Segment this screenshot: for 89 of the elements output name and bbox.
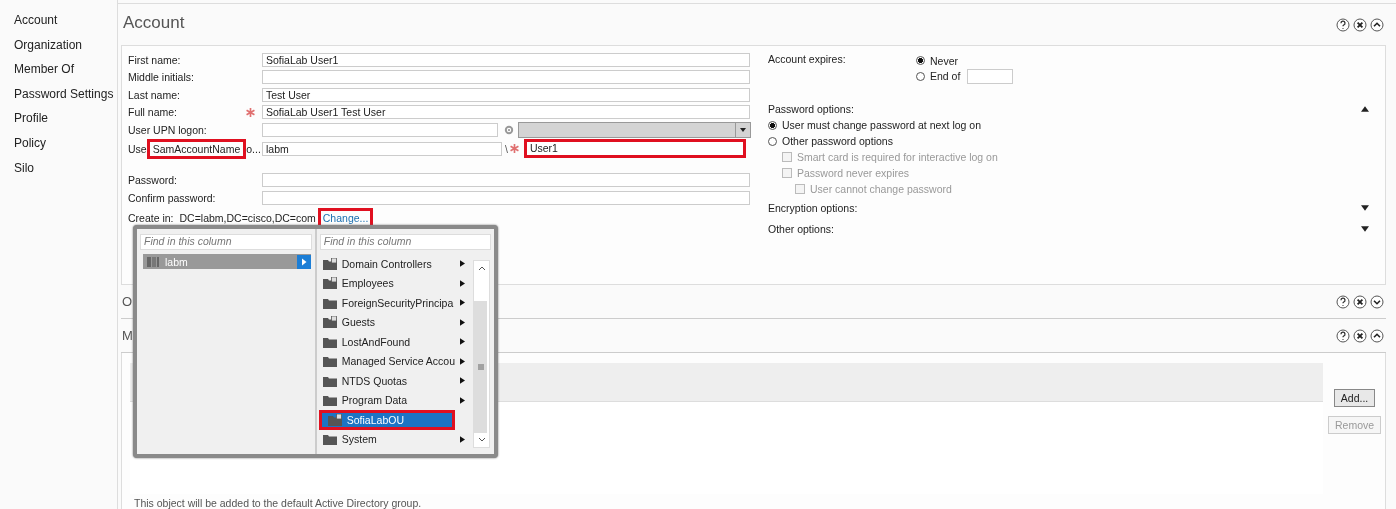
container-item[interactable]: System — [316, 429, 473, 449]
group-label: Encryption options: — [768, 201, 858, 214]
domain-field[interactable]: labm — [262, 141, 502, 156]
username-field[interactable]: User1 — [523, 139, 746, 158]
field-label: Last name: — [128, 88, 180, 101]
group-label: Password options: — [768, 103, 854, 115]
container-item[interactable]: NTDS Quotas — [316, 371, 473, 391]
section-title: Account — [122, 13, 185, 33]
group-label: Other options: — [768, 222, 834, 235]
radio-button[interactable] — [916, 56, 925, 66]
folder-icon — [322, 433, 337, 446]
radio-button[interactable] — [768, 120, 777, 130]
grip-icon — [477, 364, 484, 370]
sidebar-item[interactable]: Organization — [0, 32, 117, 58]
container-item[interactable]: Guests — [316, 312, 473, 332]
container-item[interactable]: Managed Service Accou — [316, 351, 473, 371]
field-label: Full name: — [128, 106, 178, 119]
sidebar-item[interactable]: Account — [0, 8, 117, 33]
search-field[interactable]: Find in this column — [319, 234, 491, 250]
sidebar-item[interactable]: Profile — [0, 106, 117, 131]
folder-icon — [322, 316, 337, 329]
search-field[interactable]: Find in this column — [140, 234, 312, 250]
field-label: SamAccountName — [146, 138, 247, 159]
section-title: O — [121, 294, 133, 309]
folder-icon — [322, 355, 337, 368]
folder-icon — [322, 335, 337, 348]
note-text: This object will be added to the default Active Directory group. — [133, 496, 423, 509]
container-path: DC=labm,DC=cisco,DC=com — [179, 212, 316, 225]
container-item[interactable]: ForeignSecurityPrincipa — [316, 293, 473, 313]
expand-icon[interactable] — [1361, 225, 1369, 232]
radio-button[interactable] — [916, 71, 925, 81]
close-icon[interactable] — [1353, 294, 1367, 309]
expand-icon[interactable] — [1370, 294, 1384, 309]
radio-label: Never — [930, 54, 958, 67]
field-label: First name: — [128, 53, 181, 66]
help-icon[interactable] — [1336, 294, 1350, 309]
text-field[interactable]: SofiaLab User1 — [262, 52, 750, 67]
field-label: User UPN logon: — [128, 123, 207, 136]
field-label: o... — [246, 142, 261, 155]
sidebar-item[interactable]: Password Settings — [0, 81, 117, 107]
expand-icon[interactable] — [1361, 204, 1369, 211]
separator-text: \ — [505, 142, 508, 155]
folder-icon — [322, 296, 337, 309]
folder-icon — [322, 277, 337, 290]
password-field[interactable] — [262, 190, 750, 205]
help-icon[interactable] — [1336, 17, 1350, 32]
text-field[interactable]: Test User — [262, 87, 750, 102]
radio-button[interactable] — [768, 136, 777, 146]
checkbox-label: Smart card is required for interactive log on — [797, 151, 998, 163]
upn-field[interactable] — [262, 122, 498, 137]
text-field[interactable]: SofiaLab User1 Test User — [262, 105, 750, 120]
container-item[interactable]: Program Data — [316, 390, 473, 410]
container-item[interactable]: LostAndFound — [316, 332, 473, 352]
add-button[interactable]: Add... — [1333, 389, 1376, 407]
field-label: Password: — [128, 174, 178, 187]
field-label: Confirm password: — [128, 191, 216, 204]
folder-icon — [322, 257, 337, 270]
date-field[interactable] — [967, 68, 1014, 84]
collapse-icon[interactable] — [1361, 106, 1369, 112]
scrollbar[interactable] — [473, 260, 490, 448]
close-icon[interactable] — [1353, 17, 1367, 32]
field-label: Use — [128, 142, 147, 155]
container-item[interactable]: SofiaLabOU — [318, 410, 455, 430]
container-item[interactable]: Employees — [316, 273, 473, 293]
container-item[interactable]: Domain Controllers — [316, 254, 473, 274]
collapse-icon[interactable] — [1370, 328, 1384, 343]
checkbox-label: User cannot change password — [810, 183, 952, 195]
text-field[interactable] — [262, 70, 750, 85]
password-field[interactable] — [262, 173, 750, 188]
radio-label: End of — [930, 70, 961, 83]
checkbox-label: Password never expires — [797, 167, 910, 179]
field-label: Account expires: — [768, 53, 847, 67]
server-icon — [146, 255, 160, 268]
radio-label: User must change password at next log on — [782, 119, 982, 131]
collapse-icon[interactable] — [1370, 17, 1384, 32]
field-label: Middle initials: — [128, 71, 194, 84]
radio-label: Other password options — [782, 135, 893, 147]
folder-icon — [322, 394, 337, 407]
domain-dropdown[interactable] — [518, 121, 751, 138]
folder-icon — [327, 413, 342, 426]
field-label: Create in: — [128, 212, 174, 225]
close-icon[interactable] — [1353, 328, 1367, 343]
at-sign-icon — [504, 124, 514, 135]
sidebar-item[interactable]: Policy — [0, 130, 117, 156]
section-title: M — [121, 328, 133, 343]
folder-icon — [322, 374, 337, 387]
sidebar-item[interactable]: Member Of — [0, 57, 117, 82]
help-icon[interactable] — [1336, 328, 1350, 343]
sidebar-item[interactable]: Silo — [0, 155, 117, 181]
